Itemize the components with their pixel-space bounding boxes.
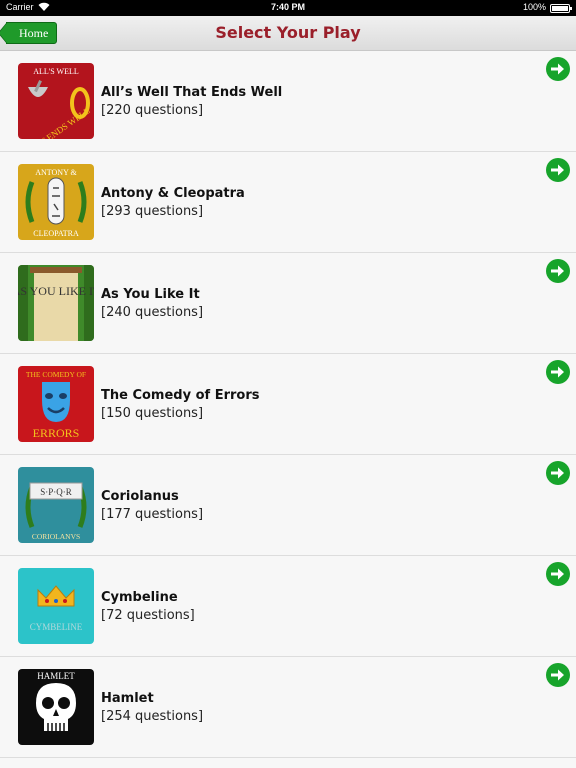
question-count: [150 questions] <box>101 406 204 421</box>
arrow-right-icon[interactable] <box>546 562 570 586</box>
arrow-right-icon[interactable] <box>546 360 570 384</box>
play-thumbnail: THE COMEDY OF ERRORS <box>18 366 94 442</box>
clock: 7:40 PM <box>270 2 305 12</box>
question-count: [254 questions] <box>101 709 204 724</box>
page-title: Select Your Play <box>215 23 361 42</box>
play-thumbnail: CYMBELINE <box>18 568 94 644</box>
svg-text:ANTONY &: ANTONY & <box>35 168 77 177</box>
navigation-bar: Home Select Your Play <box>0 16 576 51</box>
play-row-antony-cleopatra[interactable]: ANTONY & CLEOPATRA Antony & Cleopatra [2… <box>0 152 576 253</box>
play-row-hamlet[interactable]: HAMLET Hamlet [254 questions] <box>0 657 576 758</box>
play-thumbnail: ALL'S WELL THAT ENDS WELL <box>18 63 94 139</box>
play-row-coriolanus[interactable]: S·P·Q·R CORIOLANVS Coriolanus [177 quest… <box>0 455 576 556</box>
play-title: Cymbeline <box>101 590 178 605</box>
play-title: All’s Well That Ends Well <box>101 85 283 100</box>
play-row-comedy-of-errors[interactable]: THE COMEDY OF ERRORS The Comedy of Error… <box>0 354 576 455</box>
svg-text:S·P·Q·R: S·P·Q·R <box>40 487 72 497</box>
svg-text:HAMLET: HAMLET <box>37 671 75 681</box>
play-title: Antony & Cleopatra <box>101 186 245 201</box>
question-count: [293 questions] <box>101 204 204 219</box>
svg-text:THE COMEDY OF: THE COMEDY OF <box>26 370 86 379</box>
question-count: [72 questions] <box>101 608 195 623</box>
battery-percent: 100% <box>522 2 546 12</box>
question-count: [240 questions] <box>101 305 204 320</box>
play-row-alls-well[interactable]: ALL'S WELL THAT ENDS WELL All’s Well Tha… <box>0 51 576 152</box>
play-list: ALL'S WELL THAT ENDS WELL All’s Well Tha… <box>0 51 576 758</box>
svg-text:AS YOU LIKE IT: AS YOU LIKE IT <box>18 284 94 298</box>
arrow-right-icon[interactable] <box>546 461 570 485</box>
svg-text:CORIOLANVS: CORIOLANVS <box>32 532 80 541</box>
play-title: Hamlet <box>101 691 154 706</box>
arrow-right-icon[interactable] <box>546 158 570 182</box>
play-row-as-you-like-it[interactable]: AS YOU LIKE IT As You Like It [240 quest… <box>0 253 576 354</box>
svg-text:ALL'S WELL: ALL'S WELL <box>33 67 79 76</box>
question-count: [220 questions] <box>101 103 204 118</box>
play-thumbnail: AS YOU LIKE IT <box>18 265 94 341</box>
play-row-cymbeline[interactable]: CYMBELINE Cymbeline [72 questions] <box>0 556 576 657</box>
play-title: The Comedy of Errors <box>101 388 260 403</box>
play-thumbnail: ANTONY & CLEOPATRA <box>18 164 94 240</box>
svg-text:ERRORS: ERRORS <box>33 426 80 440</box>
svg-text:CLEOPATRA: CLEOPATRA <box>33 229 79 238</box>
play-title: Coriolanus <box>101 489 179 504</box>
svg-text:CYMBELINE: CYMBELINE <box>30 622 83 632</box>
play-thumbnail: S·P·Q·R CORIOLANVS <box>18 467 94 543</box>
arrow-right-icon[interactable] <box>546 663 570 687</box>
battery-icon <box>550 4 572 13</box>
question-count: [177 questions] <box>101 507 204 522</box>
play-thumbnail: HAMLET <box>18 669 94 745</box>
arrow-right-icon[interactable] <box>546 57 570 81</box>
status-bar: Carrier 7:40 PM 100% <box>0 0 576 16</box>
play-title: As You Like It <box>101 287 200 302</box>
arrow-right-icon[interactable] <box>546 259 570 283</box>
